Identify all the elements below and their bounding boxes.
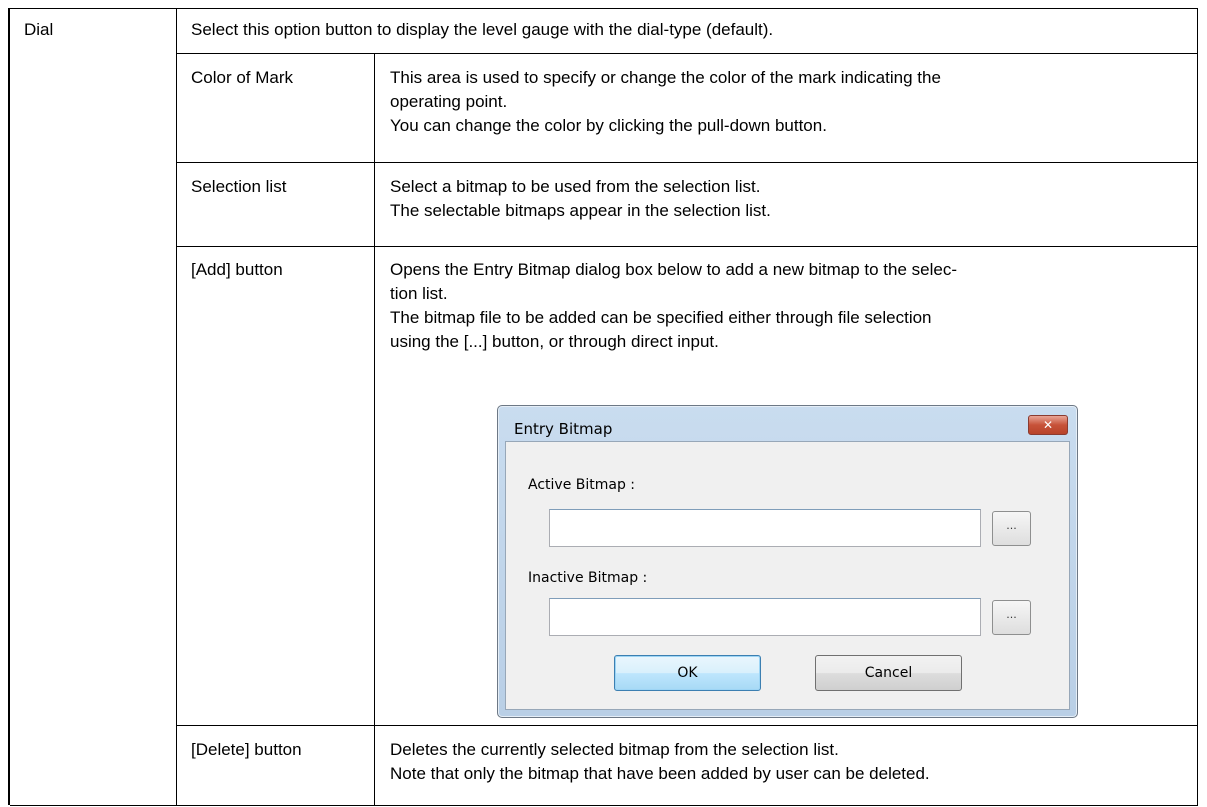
add-button-description: Opens the Entry Bitmap dialog box below … <box>390 258 957 354</box>
dial-description-text: Select this option button to display the… <box>191 20 774 39</box>
delete-button-label-text: [Delete] button <box>191 740 302 759</box>
color-of-mark-description: This area is used to specify or change t… <box>390 66 941 138</box>
delete-button-description: Deletes the currently selected bitmap fr… <box>390 738 930 786</box>
selection-list-description: Select a bitmap to be used from the sele… <box>390 175 771 223</box>
dial-description: Select this option button to display the… <box>191 18 773 42</box>
close-icon[interactable]: ✕ <box>1028 415 1068 435</box>
add-button-label-text: [Add] button <box>191 260 283 279</box>
cancel-button[interactable]: Cancel <box>815 655 962 691</box>
active-bitmap-input[interactable] <box>549 509 981 547</box>
dial-label-text: Dial <box>24 20 54 39</box>
table-bottom-border <box>10 805 1198 806</box>
row-divider-2 <box>176 162 1198 163</box>
row-divider-4 <box>176 725 1198 726</box>
inactive-bitmap-browse-button[interactable]: ... <box>992 600 1031 635</box>
active-bitmap-label: Active Bitmap : <box>528 477 636 493</box>
selection-list-label-text: Selection list <box>191 177 287 196</box>
description-line: The bitmap file to be added can be speci… <box>390 308 932 327</box>
description-line: This area is used to specify or change t… <box>390 68 941 87</box>
active-bitmap-browse-button[interactable]: ... <box>992 511 1031 546</box>
description-line: You can change the color by clicking the… <box>390 116 827 135</box>
table-right-border <box>1197 9 1198 806</box>
description-line: Select a bitmap to be used from the sele… <box>390 177 761 196</box>
entry-bitmap-dialog: Entry Bitmap ✕ Active Bitmap : ... Inact… <box>497 405 1078 718</box>
description-line: Note that only the bitmap that have been… <box>390 764 930 783</box>
ok-button[interactable]: OK <box>614 655 761 691</box>
description-line: operating point. <box>390 92 508 111</box>
row-divider-3 <box>176 246 1198 247</box>
inactive-bitmap-input[interactable] <box>549 598 981 636</box>
description-line: Deletes the currently selected bitmap fr… <box>390 740 839 759</box>
inactive-bitmap-label: Inactive Bitmap : <box>528 570 648 586</box>
column-divider-1 <box>176 9 177 806</box>
description-line: using the [...] button, or through direc… <box>390 332 719 351</box>
color-of-mark-label-text: Color of Mark <box>191 68 294 87</box>
row-divider-1 <box>176 53 1198 54</box>
dialog-title: Entry Bitmap <box>514 420 613 438</box>
description-line: The selectable bitmaps appear in the sel… <box>390 201 771 220</box>
description-line: Opens the Entry Bitmap dialog box below … <box>390 260 957 279</box>
dial-label: Dial <box>24 18 53 42</box>
delete-button-label: [Delete] button <box>191 738 302 762</box>
description-line: tion list. <box>390 284 448 303</box>
color-of-mark-label: Color of Mark <box>191 66 293 90</box>
selection-list-label: Selection list <box>191 175 286 199</box>
column-divider-2 <box>374 53 375 806</box>
dialog-client-area: Active Bitmap : ... Inactive Bitmap : ..… <box>505 441 1070 710</box>
add-button-label: [Add] button <box>191 258 283 282</box>
